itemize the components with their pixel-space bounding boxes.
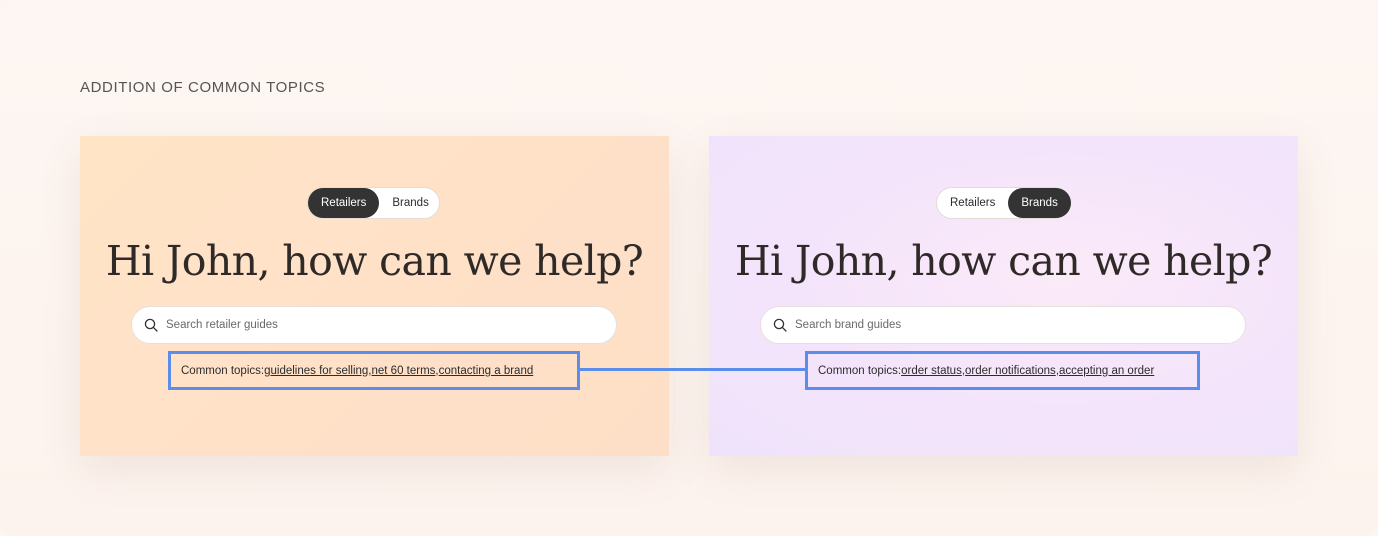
topic-link-order-status[interactable]: order status	[901, 365, 962, 377]
section-label: ADDITION OF COMMON TOPICS	[80, 79, 326, 96]
common-topics-highlight: Common topics: guidelines for selling, n…	[168, 351, 580, 390]
toggle-brands[interactable]: Brands	[379, 188, 441, 218]
audience-toggle: Retailers Brands	[307, 187, 440, 219]
page-title: Hi John, how can we help?	[734, 237, 1273, 285]
search-icon	[773, 318, 787, 332]
topic-link-accepting-an-order[interactable]: accepting an order	[1059, 365, 1154, 377]
common-topics-label: Common topics:	[818, 364, 902, 377]
topic-link-net-60-terms[interactable]: net 60 terms	[372, 365, 436, 377]
search-input[interactable]	[164, 318, 588, 332]
toggle-brands[interactable]: Brands	[1008, 188, 1071, 218]
common-topics-label: Common topics:	[181, 364, 265, 377]
audience-toggle: Retailers Brands	[936, 187, 1071, 219]
retailers-panel: Retailers Brands Hi John, how can we hel…	[80, 136, 669, 456]
page-title: Hi John, how can we help?	[105, 237, 644, 285]
search-bar	[131, 306, 617, 344]
topic-link-guidelines-for-selling[interactable]: guidelines for selling	[264, 365, 368, 377]
search-bar	[760, 306, 1246, 344]
toggle-retailers[interactable]: Retailers	[937, 188, 1008, 218]
topic-link-contacting-a-brand[interactable]: contacting a brand	[439, 365, 534, 377]
search-input[interactable]	[793, 318, 1217, 332]
comparison-connector-line	[580, 368, 806, 371]
search-icon	[144, 318, 158, 332]
toggle-retailers[interactable]: Retailers	[308, 188, 380, 218]
topic-link-order-notifications[interactable]: order notifications	[965, 365, 1056, 377]
brands-panel: Retailers Brands Hi John, how can we hel…	[709, 136, 1298, 456]
common-topics-highlight: Common topics: order status, order notif…	[805, 351, 1200, 390]
